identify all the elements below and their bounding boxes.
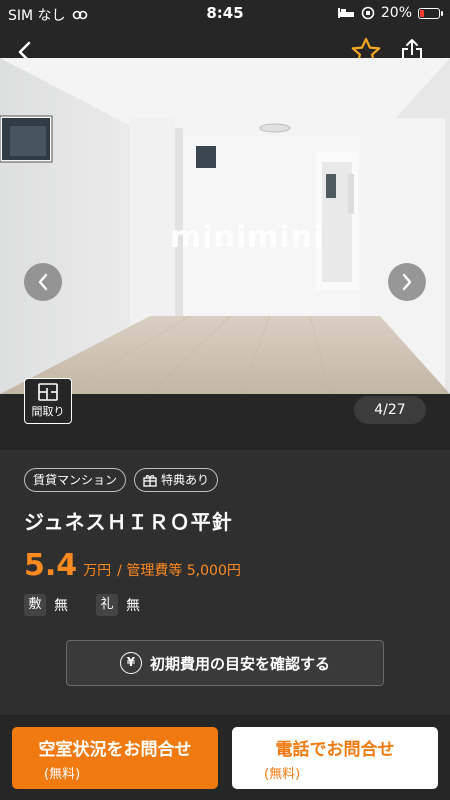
floorplan-icon (38, 383, 58, 401)
status-right: 20% (337, 5, 443, 21)
tag-benefit: 特典あり (134, 468, 219, 492)
tag-list: 賃貸マンション 特典あり (24, 468, 219, 492)
vacancy-inquiry-label: 空室状況をお問合せ (38, 740, 192, 760)
phone-inquiry-button[interactable]: 電話でお問合せ (無料) (232, 727, 438, 789)
status-bar: SIM なし 8:45 20% (0, 0, 450, 28)
bottom-action-bar: 空室状況をお問合せ (無料) 電話でお問合せ (無料) (0, 715, 450, 800)
photo-gallery[interactable]: minimini (0, 58, 450, 394)
property-name: ジュネスＨＩＲＯ平針 (24, 510, 233, 534)
chevron-left-icon (38, 273, 48, 291)
initial-cost-label: 初期費用の目安を確認する (149, 654, 330, 673)
floorplan-label: 間取り (31, 405, 65, 418)
vacancy-inquiry-sub: (無料) (44, 767, 81, 782)
phone-inquiry-sub: (無料) (264, 767, 301, 782)
price-row: 5.4 万円 / 管理費等 5,000円 (24, 548, 241, 583)
initial-cost-button[interactable]: ¥ 初期費用の目安を確認する (66, 640, 384, 686)
vacancy-inquiry-button[interactable]: 空室状況をお問合せ (無料) (12, 727, 218, 789)
property-info: 賃貸マンション 特典あり ジュネスＨＩＲＯ平針 5.4 万円 / 管理費等 5,… (0, 450, 450, 720)
watermark: minimini (170, 220, 325, 255)
orientation-lock-icon (361, 6, 375, 20)
tag-label: 特典あり (161, 473, 210, 487)
phone-inquiry-label: 電話でお問合せ (275, 740, 395, 760)
battery-fill (420, 9, 424, 17)
battery-percent: 20% (380, 5, 412, 21)
deposit-row: 敷 無 礼 無 (24, 594, 140, 616)
photo-counter: 4/27 (354, 396, 426, 424)
yen-icon: ¥ (119, 652, 142, 674)
gallery-footer: 間取り 4/27 (0, 378, 450, 450)
gift-icon (143, 474, 157, 487)
deposit: 敷 無 (24, 594, 68, 616)
rent-amount: 5.4 (24, 548, 78, 583)
bed-icon (337, 8, 354, 18)
key-money: 礼 無 (96, 594, 140, 616)
floorplan-button[interactable]: 間取り (24, 378, 72, 424)
deposit-value: 無 (54, 598, 68, 614)
next-photo-button[interactable] (388, 263, 426, 301)
tag-rental-mansion: 賃貸マンション (24, 468, 127, 492)
deposit-key: 敷 (24, 594, 46, 616)
battery-icon (418, 7, 443, 19)
previous-photo-button[interactable] (24, 263, 62, 301)
management-fee: / 管理費等 5,000円 (117, 563, 241, 579)
tag-label: 賃貸マンション (33, 473, 118, 487)
chevron-right-icon (402, 273, 412, 291)
rent-unit: 万円 (83, 563, 112, 579)
key-money-value: 無 (126, 598, 140, 614)
key-money-key: 礼 (96, 594, 118, 616)
